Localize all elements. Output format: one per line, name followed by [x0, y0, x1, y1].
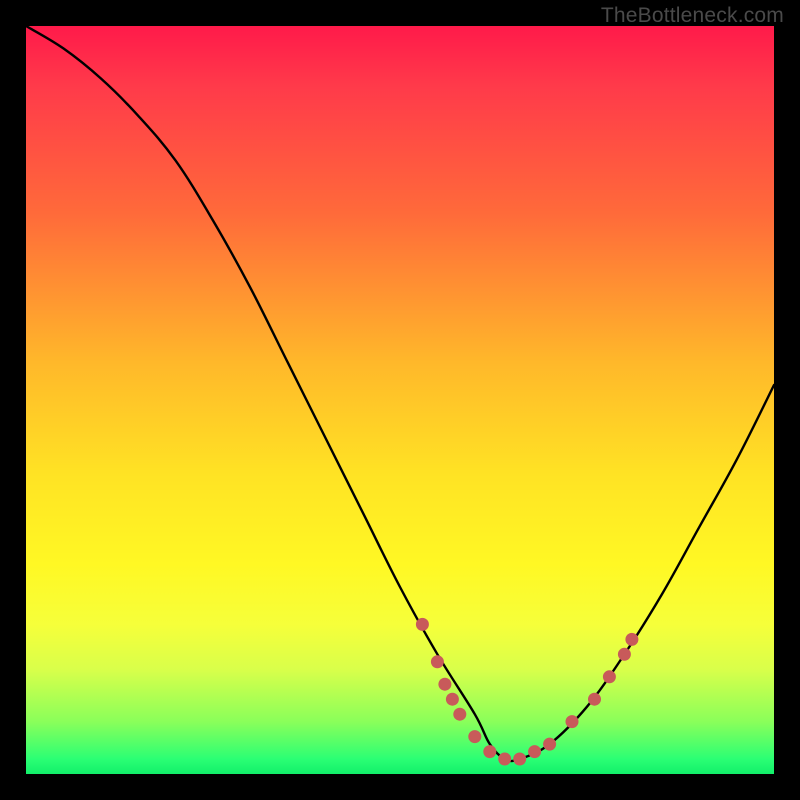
- curve-marker: [603, 670, 616, 683]
- chart-frame: [26, 26, 774, 774]
- curve-marker: [566, 715, 579, 728]
- curve-marker: [625, 633, 638, 646]
- watermark-text: TheBottleneck.com: [601, 4, 784, 28]
- curve-marker: [416, 618, 429, 631]
- curve-marker: [468, 730, 481, 743]
- curve-marker: [446, 693, 459, 706]
- curve-markers: [416, 618, 639, 766]
- curve-marker: [618, 648, 631, 661]
- curve-marker: [513, 753, 526, 766]
- curve-marker: [483, 745, 496, 758]
- curve-marker: [453, 708, 466, 721]
- curve-marker: [528, 745, 541, 758]
- bottleneck-curve: [26, 26, 774, 761]
- chart-svg: [26, 26, 774, 774]
- curve-marker: [543, 738, 556, 751]
- curve-marker: [431, 655, 444, 668]
- curve-marker: [438, 678, 451, 691]
- curve-marker: [498, 753, 511, 766]
- curve-marker: [588, 693, 601, 706]
